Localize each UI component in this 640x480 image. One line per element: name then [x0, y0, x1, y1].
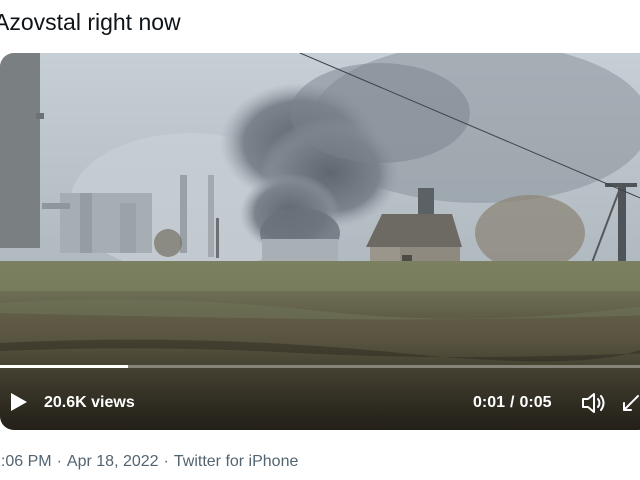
tweet-source[interactable]: Twitter for iPhone	[174, 453, 299, 470]
meta-separator: ·	[56, 453, 62, 470]
volume-button[interactable]	[580, 391, 606, 415]
tweet-text: Azovstal right now	[0, 9, 181, 35]
video-player[interactable]: 20.6K views 0:01/0:05	[0, 53, 640, 430]
controls-overlay	[0, 340, 640, 430]
view-count: 20.6K views	[44, 394, 135, 411]
duration: 0:05	[519, 394, 552, 411]
video-progress-fill	[0, 365, 128, 368]
current-time: 0:01	[473, 394, 506, 411]
volume-icon	[582, 393, 605, 413]
tweet-metadata: 1:06 PM·Apr 18, 2022·Twitter for iPhone	[0, 452, 298, 472]
meta-separator: ·	[163, 453, 169, 470]
video-progress-bar[interactable]	[0, 365, 640, 368]
expand-icon	[623, 395, 639, 411]
play-button[interactable]	[8, 391, 30, 413]
tweet-time[interactable]: 1:06 PM	[0, 453, 52, 470]
time-separator: /	[510, 394, 515, 411]
video-time: 0:01/0:05	[473, 394, 552, 412]
tweet-date[interactable]: Apr 18, 2022	[67, 453, 159, 470]
fullscreen-button[interactable]	[620, 392, 640, 414]
play-icon	[11, 393, 27, 411]
